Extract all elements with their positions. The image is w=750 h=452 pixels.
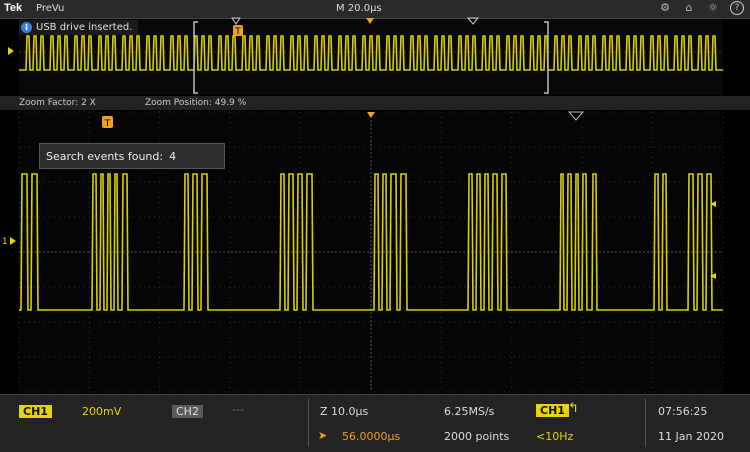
search-events-popup[interactable]: Search events found: 4 [39, 143, 225, 169]
main-ch1-marker [10, 237, 16, 245]
clock-date: 11 Jan 2020 [658, 430, 724, 443]
overview-trigger-pos-icon [366, 18, 374, 24]
ch2-badge[interactable]: CH2 [172, 405, 203, 418]
search-events-count: 4 [169, 149, 177, 163]
delay-readout[interactable]: 56.0000µs [342, 430, 400, 443]
ch1-badge[interactable]: CH1 [19, 405, 52, 418]
ch2-scale: --- [232, 403, 244, 416]
trigger-source-badge[interactable]: CH1 [536, 404, 569, 417]
main-marker-right [567, 111, 585, 121]
zoom-scale[interactable]: Z 10.0µs [320, 405, 368, 418]
divider [645, 399, 646, 447]
main-trigger-pos-icon [367, 112, 375, 118]
overview-trigger-label: T [234, 27, 241, 37]
overview-marker-right [466, 17, 480, 25]
delay-arrow-icon: ➤ [318, 429, 328, 442]
overview-trigger-icon: T [233, 25, 243, 37]
sample-rate: 6.25MS/s [444, 405, 495, 418]
main-trigger-label: T [104, 119, 111, 129]
waveform-overlay: T T 1 [2, 17, 724, 393]
main-trigger-icon: T [102, 116, 113, 129]
divider [308, 399, 309, 447]
overview-ch1-marker [8, 47, 14, 55]
search-events-label: Search events found: [46, 149, 164, 163]
trigger-edge-icon: ↰ [568, 401, 579, 416]
overview-marker-left [231, 17, 241, 25]
record-length: 2000 points [444, 430, 510, 443]
clock-time: 07:56:25 [658, 405, 708, 418]
bottom-bar: CH1 200mV CH2 --- Z 10.0µs ➤ 56.0000µs 6… [0, 394, 750, 452]
overview-trace [19, 35, 723, 71]
main-ch1-number: 1 [2, 237, 8, 247]
threshold-low-marker [710, 273, 716, 279]
ch1-scale[interactable]: 200mV [82, 405, 121, 418]
trigger-frequency: <10Hz [536, 430, 574, 443]
zoom-bracket [193, 21, 549, 94]
